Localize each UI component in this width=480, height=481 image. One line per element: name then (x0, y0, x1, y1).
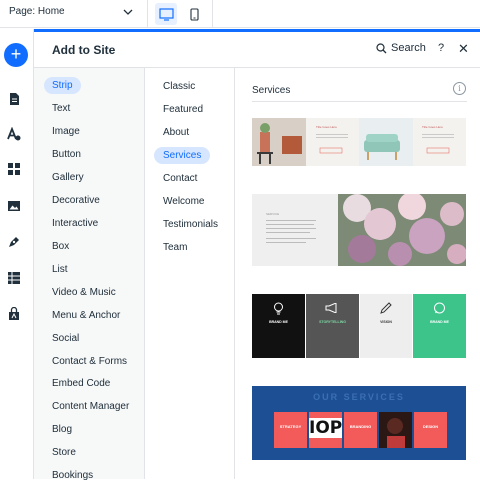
add-to-site-panel: Add to Site Search ? ✕ Strip Text Image … (34, 32, 480, 481)
subcategory-testimonials[interactable]: Testimonials (163, 219, 218, 230)
search-button[interactable]: Search (376, 42, 426, 54)
mobile-view-button[interactable] (183, 3, 205, 25)
category-list[interactable]: List (52, 264, 68, 275)
category-blog[interactable]: Blog (52, 424, 72, 435)
service-card: BRAND ME (413, 294, 466, 358)
category-contact-forms[interactable]: Contact & Forms (52, 356, 127, 367)
category-box[interactable]: Box (52, 241, 69, 252)
service-card: VISION (360, 294, 412, 358)
mobile-icon (189, 7, 199, 21)
strip-preview-area: Services i Title Goes Here Title Goes He… (235, 68, 480, 479)
divider (252, 101, 467, 102)
category-text[interactable]: Text (52, 103, 70, 114)
section-title: Services (252, 85, 291, 96)
services-strip-thumbnail-4[interactable]: OUR SERVICES STRATEGY IOPS BRANDING DESI… (252, 386, 466, 460)
subcategory-welcome[interactable]: Welcome (163, 196, 205, 207)
close-button[interactable]: ✕ (458, 41, 469, 57)
card-title: VISION (380, 320, 392, 324)
panel-header: Add to Site Search ? ✕ (34, 32, 480, 68)
category-image[interactable]: Image (52, 126, 80, 137)
card-title: STRATEGY (279, 424, 302, 429)
chevron-down-icon (123, 7, 133, 20)
card-title: IOPS (309, 418, 342, 438)
lightbulb-icon (274, 302, 283, 315)
category-button[interactable]: Button (52, 149, 81, 160)
subcategory-featured[interactable]: Featured (163, 104, 203, 115)
category-list: Strip Text Image Button Gallery Decorati… (34, 68, 145, 481)
page-selector[interactable]: Page: Home (9, 6, 133, 17)
service-card-photo (379, 412, 412, 448)
search-icon (376, 42, 387, 53)
market-icon[interactable] (7, 307, 21, 321)
category-store[interactable]: Store (52, 447, 76, 458)
card-title: STORYTELLING (319, 320, 346, 324)
category-video-music[interactable]: Video & Music (52, 287, 116, 298)
table-icon[interactable] (7, 271, 21, 285)
pencil-icon (380, 302, 392, 314)
subcategory-about[interactable]: About (163, 127, 189, 138)
blog-icon[interactable] (7, 235, 21, 249)
subcategory-team[interactable]: Team (163, 242, 187, 253)
apps-icon[interactable] (7, 162, 21, 176)
card-title: BRAND ME (269, 320, 288, 324)
service-card: DESIGN (414, 412, 447, 448)
card-title: DESIGN (422, 424, 439, 429)
service-card: STORYTELLING (306, 294, 359, 358)
divider (147, 0, 148, 28)
subcategory-classic[interactable]: Classic (163, 81, 195, 92)
divider (212, 0, 213, 28)
left-toolbar: + (0, 29, 34, 479)
top-bar: Page: Home (0, 0, 480, 28)
category-strip[interactable]: Strip (44, 77, 81, 94)
card-title: BRANDING (349, 424, 372, 429)
category-embed-code[interactable]: Embed Code (52, 378, 110, 389)
media-icon[interactable] (7, 199, 21, 213)
thumb2-label: SERVICE (266, 212, 280, 216)
category-social[interactable]: Social (52, 333, 79, 344)
chat-icon (434, 302, 445, 314)
thumb1-heading-left: Title Goes Here (316, 125, 337, 129)
design-icon[interactable] (7, 127, 21, 141)
category-gallery[interactable]: Gallery (52, 172, 84, 183)
service-card: IOPS (309, 412, 342, 448)
panel-title: Add to Site (52, 43, 116, 57)
portrait-image (387, 418, 405, 448)
category-content-manager[interactable]: Content Manager (52, 401, 129, 412)
category-decorative[interactable]: Decorative (52, 195, 100, 206)
info-icon[interactable]: i (453, 82, 466, 95)
thumb1-heading-right: Title Goes Here (422, 125, 443, 129)
subcategory-services[interactable]: Services (154, 147, 211, 164)
category-bookings[interactable]: Bookings (52, 470, 93, 481)
page-selector-label: Page: Home (9, 6, 65, 17)
thumb4-title: OUR SERVICES (313, 392, 405, 402)
megaphone-icon (325, 303, 337, 313)
subcategory-list: Classic Featured About Services Contact … (145, 68, 235, 479)
thumbnail-image (252, 192, 467, 266)
services-strip-thumbnail-2[interactable]: SERVICE (252, 192, 467, 266)
subcategory-contact[interactable]: Contact (163, 173, 197, 184)
help-button[interactable]: ? (438, 42, 444, 54)
service-card: STRATEGY (274, 412, 307, 448)
services-strip-thumbnail-1[interactable]: Title Goes Here Title Goes Here (252, 118, 466, 166)
card-title: BRAND ME (430, 320, 449, 324)
desktop-view-button[interactable] (155, 3, 177, 25)
pages-icon[interactable] (7, 92, 21, 106)
service-card: BRAND ME (252, 294, 305, 358)
service-card: BRANDING (344, 412, 377, 448)
add-button[interactable]: + (4, 43, 28, 67)
category-interactive[interactable]: Interactive (52, 218, 98, 229)
desktop-icon (158, 7, 174, 21)
search-label: Search (391, 42, 426, 54)
services-strip-thumbnail-3[interactable]: BRAND ME STORYTELLING VISION BRAND ME (252, 294, 466, 358)
add-icon: + (10, 44, 22, 64)
category-menu-anchor[interactable]: Menu & Anchor (52, 310, 120, 321)
